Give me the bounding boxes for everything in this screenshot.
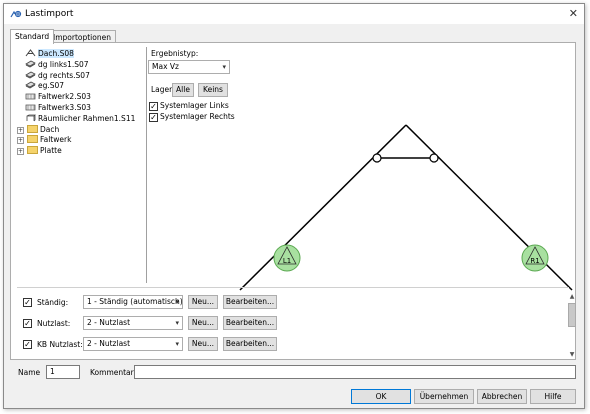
system-drawing: L1 R1: [239, 124, 573, 291]
nutzlast-case-value: 2 - Nutzlast: [87, 318, 131, 327]
tree-item-label: Räumlicher Rahmen1.S11: [38, 113, 136, 123]
kb-nutzlast-checkbox[interactable]: ✓: [23, 340, 32, 349]
nutzlast-checkbox[interactable]: ✓: [23, 319, 32, 328]
systemlager-rechts-checkbox[interactable]: ✓: [149, 113, 158, 122]
systemlager-links-label: Systemlager Links: [160, 101, 229, 110]
systemlager-links-checkbox[interactable]: ✓: [149, 102, 158, 111]
tree-folder-label: Dach: [40, 124, 60, 134]
slab-icon: [25, 71, 36, 79]
nutzlast-label: Nutzlast:: [37, 319, 71, 328]
expand-icon[interactable]: +: [17, 148, 24, 156]
chevron-down-icon: ▾: [175, 340, 179, 348]
support-right[interactable]: R1: [521, 244, 549, 272]
folder-icon: [27, 135, 38, 144]
support-right-label: R1: [530, 257, 539, 265]
tab-panel: Dach.S08 dg links1.S07 dg rechts.S07 eg.…: [10, 42, 576, 360]
systemlager-rechts-row[interactable]: ✓ Systemlager Rechts: [149, 112, 235, 122]
section-divider: [17, 287, 569, 288]
tree-item[interactable]: Faltwerk2.S03: [25, 92, 145, 103]
chevron-down-icon: ▾: [222, 63, 226, 71]
ergebnistyp-label: Ergebnistyp:: [151, 49, 199, 58]
abbrechen-button[interactable]: Abbrechen: [477, 389, 527, 404]
folded-plate-icon: [25, 93, 36, 100]
spatial-frame-icon: [26, 114, 36, 122]
kb-nutzlast-case-select[interactable]: 2 - Nutzlast ▾: [83, 337, 183, 351]
tree-item-label: Faltwerk2.S03: [38, 92, 91, 102]
support-left[interactable]: L1: [273, 244, 301, 272]
kb-nutzlast-case-value: 2 - Nutzlast: [87, 339, 131, 348]
hilfe-button[interactable]: Hilfe: [530, 389, 576, 404]
tree-item[interactable]: Räumlicher Rahmen1.S11: [25, 114, 145, 125]
name-input[interactable]: 1: [46, 365, 80, 379]
window-title: Lastimport: [25, 9, 74, 19]
name-label: Name: [18, 368, 41, 377]
staendig-label: Ständig:: [37, 298, 69, 307]
left-rafter: [239, 124, 407, 291]
staendig-case-select[interactable]: 1 - Ständig (automatisch) ▾: [83, 295, 183, 309]
tree-item[interactable]: eg.S07: [25, 81, 145, 92]
tree-item[interactable]: Dach.S08: [25, 49, 145, 60]
slab-icon: [25, 81, 36, 89]
staendig-edit-button[interactable]: Bearbeiten...: [223, 295, 277, 309]
kommentar-input[interactable]: [134, 365, 576, 379]
chevron-down-icon: ▾: [175, 298, 179, 306]
frame-icon: [25, 49, 36, 57]
kb-nutzlast-edit-button[interactable]: Bearbeiten...: [223, 337, 277, 351]
tree-folder[interactable]: + Platte: [17, 146, 145, 157]
nutzlast-neu-button[interactable]: Neu...: [188, 316, 218, 330]
staendig-case-value: 1 - Ständig (automatisch): [87, 297, 183, 306]
right-rafter: [405, 124, 573, 291]
staendig-neu-button[interactable]: Neu...: [188, 295, 218, 309]
scroll-up-icon[interactable]: ▲: [567, 293, 577, 301]
kommentar-label: Kommentar: [90, 368, 134, 377]
tree-item-label: dg links1.S07: [38, 59, 89, 69]
support-left-label: L1: [283, 257, 291, 265]
nutzlast-edit-button[interactable]: Bearbeiten...: [223, 316, 277, 330]
lager-keins-button[interactable]: Keins: [198, 83, 228, 97]
tree-item-label: Dach.S08: [38, 49, 74, 58]
slab-icon: [25, 60, 36, 68]
tree-folder-label: Faltwerk: [40, 135, 72, 145]
tree-folder[interactable]: + Dach: [17, 124, 145, 136]
load-list-scrollbar[interactable]: ▲ ▼: [567, 293, 577, 359]
tree-divider: [146, 47, 147, 283]
app-icon: [10, 10, 22, 18]
structure-tree: Dach.S08 dg links1.S07 dg rechts.S07 eg.…: [17, 49, 145, 157]
tree-item-label: Faltwerk3.S03: [38, 102, 91, 112]
expand-icon[interactable]: +: [17, 137, 24, 145]
hinge-right: [429, 153, 439, 163]
kb-nutzlast-label: KB Nutzlast:: [37, 340, 83, 349]
staendig-checkbox[interactable]: ✓: [23, 298, 32, 307]
uebernehmen-button[interactable]: Übernehmen: [414, 389, 474, 404]
tree-item[interactable]: dg rechts.S07: [25, 71, 145, 82]
tree-item[interactable]: dg links1.S07: [25, 60, 145, 71]
expand-icon[interactable]: +: [17, 126, 24, 134]
lastimport-dialog: Lastimport ✕ Standard Importoptionen Dac…: [3, 3, 585, 409]
systemlager-links-row[interactable]: ✓ Systemlager Links: [149, 101, 229, 111]
lager-alle-button[interactable]: Alle: [172, 83, 194, 97]
close-icon[interactable]: ✕: [569, 7, 578, 20]
folder-icon: [27, 146, 38, 155]
tab-standard[interactable]: Standard: [10, 29, 55, 44]
hinge-left: [372, 153, 382, 163]
tree-folder-label: Platte: [40, 146, 62, 156]
title-bar: Lastimport ✕: [4, 4, 584, 24]
tree-item[interactable]: Faltwerk3.S03: [25, 103, 145, 114]
scroll-thumb[interactable]: [568, 303, 576, 327]
folded-plate-icon: [25, 104, 36, 111]
tree-item-label: eg.S07: [38, 81, 65, 91]
scroll-down-icon[interactable]: ▼: [567, 351, 577, 359]
folder-icon: [27, 124, 38, 133]
ok-button[interactable]: OK: [351, 389, 411, 404]
ergebnistyp-select[interactable]: Max Vz ▾: [148, 60, 230, 74]
ergebnistyp-value: Max Vz: [152, 62, 179, 71]
kb-nutzlast-neu-button[interactable]: Neu...: [188, 337, 218, 351]
tree-item-label: dg rechts.S07: [38, 70, 90, 80]
chevron-down-icon: ▾: [175, 319, 179, 327]
systemlager-rechts-label: Systemlager Rechts: [160, 112, 235, 121]
tree-folder[interactable]: + Faltwerk: [17, 135, 145, 146]
nutzlast-case-select[interactable]: 2 - Nutzlast ▾: [83, 316, 183, 330]
